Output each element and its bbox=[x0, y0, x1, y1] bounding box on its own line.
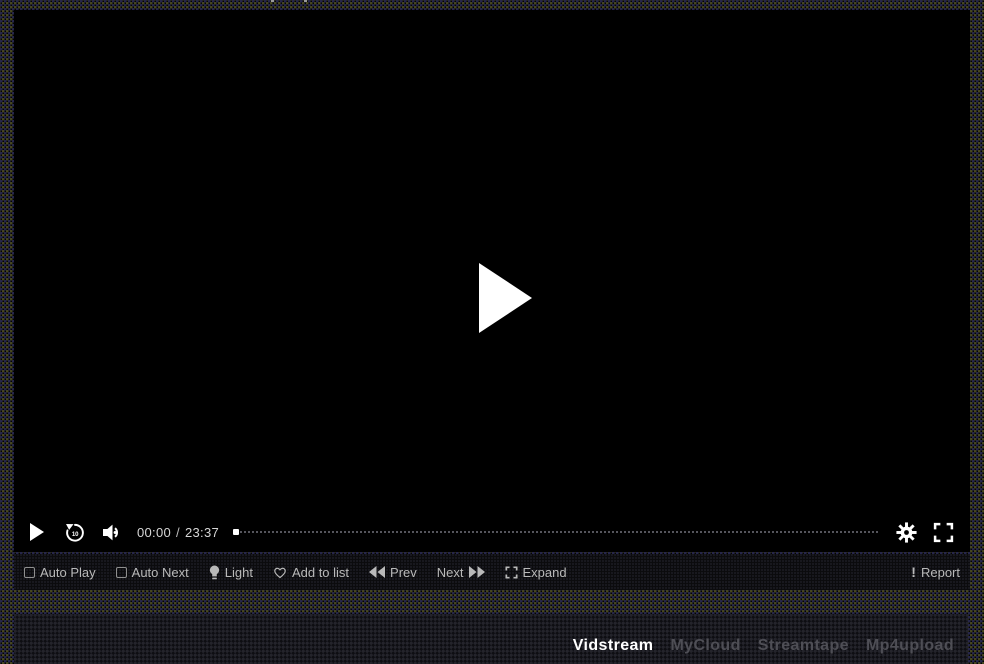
progress-track[interactable] bbox=[233, 531, 878, 533]
next-icon bbox=[469, 566, 485, 578]
prev-episode-button[interactable]: Prev bbox=[369, 565, 417, 580]
fullscreen-button[interactable] bbox=[933, 522, 954, 543]
prev-label: Prev bbox=[390, 565, 417, 580]
clipped-text-fragment bbox=[271, 0, 274, 2]
auto-next-label: Auto Next bbox=[132, 565, 189, 580]
time-separator: / bbox=[176, 525, 180, 540]
expand-icon bbox=[505, 566, 518, 579]
volume-icon bbox=[102, 523, 123, 542]
volume-button[interactable] bbox=[102, 523, 123, 542]
server-mp4upload[interactable]: Mp4upload bbox=[866, 637, 954, 655]
heart-icon bbox=[273, 566, 287, 579]
time-display: 00:00 / 23:37 bbox=[137, 525, 219, 540]
fullscreen-icon bbox=[933, 522, 954, 543]
add-to-list-button[interactable]: Add to list bbox=[273, 565, 349, 580]
report-label: Report bbox=[921, 565, 960, 580]
page-background: { "player": { "big_play_icon": "play-tri… bbox=[0, 0, 984, 664]
exclamation-icon: ! bbox=[911, 565, 916, 579]
gear-icon bbox=[896, 522, 917, 543]
light-label: Light bbox=[225, 565, 253, 580]
checkbox-icon[interactable] bbox=[24, 567, 35, 578]
add-to-list-label: Add to list bbox=[292, 565, 349, 580]
player-toolbar: Auto Play Auto Next Light Add to list bbox=[14, 554, 970, 590]
server-mycloud[interactable]: MyCloud bbox=[670, 637, 740, 655]
play-button[interactable] bbox=[30, 523, 64, 541]
progress-scrubber[interactable] bbox=[233, 529, 239, 535]
rewind-10-button[interactable]: 10 bbox=[64, 521, 86, 544]
server-vidstream[interactable]: Vidstream bbox=[573, 637, 654, 655]
video-viewport[interactable]: 10 00:00 / 23:37 bbox=[14, 10, 970, 552]
rewind-10-icon: 10 bbox=[64, 521, 86, 544]
checkbox-icon[interactable] bbox=[116, 567, 127, 578]
play-icon bbox=[30, 523, 44, 541]
clipped-text-fragment bbox=[304, 0, 307, 2]
next-label: Next bbox=[437, 565, 464, 580]
auto-play-label: Auto Play bbox=[40, 565, 96, 580]
auto-next-toggle[interactable]: Auto Next bbox=[116, 565, 189, 580]
settings-button[interactable] bbox=[896, 522, 917, 543]
progress-bar[interactable] bbox=[233, 528, 878, 536]
lightbulb-icon bbox=[209, 565, 220, 580]
big-play-button[interactable] bbox=[479, 263, 532, 333]
light-toggle[interactable]: Light bbox=[209, 565, 253, 580]
player-control-bar: 10 00:00 / 23:37 bbox=[14, 512, 970, 552]
current-time: 00:00 bbox=[137, 525, 171, 540]
duration: 23:37 bbox=[185, 525, 219, 540]
rewind-seconds-label: 10 bbox=[72, 532, 79, 538]
next-episode-button[interactable]: Next bbox=[437, 565, 485, 580]
expand-label: Expand bbox=[523, 565, 567, 580]
report-button[interactable]: ! Report bbox=[911, 565, 960, 580]
prev-icon bbox=[369, 566, 385, 578]
server-streamtape[interactable]: Streamtape bbox=[758, 637, 849, 655]
expand-button[interactable]: Expand bbox=[505, 565, 567, 580]
auto-play-toggle[interactable]: Auto Play bbox=[24, 565, 96, 580]
video-player: 10 00:00 / 23:37 bbox=[14, 10, 970, 590]
server-selector: Vidstream MyCloud Streamtape Mp4upload bbox=[14, 614, 968, 664]
